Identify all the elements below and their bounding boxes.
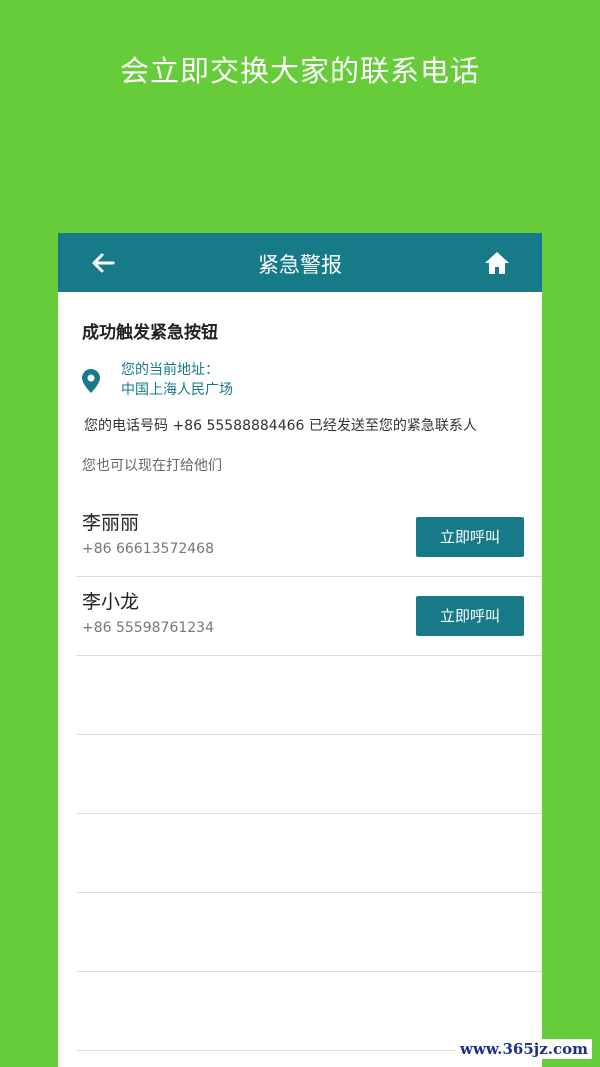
sent-message: 您的电话号码 +86 55588884466 已经发送至您的紧急联系人: [84, 418, 477, 434]
home-icon: [485, 252, 509, 274]
alert-content: 成功触发紧急按钮 您的当前地址： 中国上海人民广场 您的电话号码 +86 555…: [58, 318, 542, 475]
location-label: 您的当前地址：: [121, 362, 219, 378]
back-button[interactable]: [88, 248, 118, 278]
call-now-button[interactable]: 立即呼叫: [416, 596, 524, 636]
location-value: 中国上海人民广场: [121, 382, 233, 398]
app-bar: 紧急警报: [58, 233, 542, 292]
home-button[interactable]: [482, 248, 512, 278]
phone-screen: 紧急警报 成功触发紧急按钮 您的当前地址： 中国上海人民广场 您的电话号码 +8…: [58, 233, 542, 1067]
contact-name: 李小龙: [82, 591, 140, 613]
contact-list: 李丽丽 +86 66613572468 立即呼叫 李小龙 +86 5559876…: [76, 498, 542, 1051]
contact-name: 李丽丽: [82, 512, 140, 534]
empty-list-row: [76, 893, 542, 972]
contact-row: 李小龙 +86 55598761234 立即呼叫: [76, 577, 542, 656]
promo-caption: 会立即交换大家的联系电话: [119, 54, 480, 88]
arrow-left-icon: [92, 253, 115, 273]
call-hint: 您也可以现在打给他们: [82, 458, 222, 474]
empty-list-row: [76, 735, 542, 814]
contact-phone: +86 55598761234: [82, 620, 214, 636]
location-pin-icon: [82, 369, 100, 393]
success-heading: 成功触发紧急按钮: [82, 323, 218, 343]
call-now-button[interactable]: 立即呼叫: [416, 517, 524, 557]
empty-list-row: [76, 814, 542, 893]
location-row: 您的当前地址： 中国上海人民广场: [82, 360, 542, 400]
contact-phone: +86 66613572468: [82, 541, 214, 557]
empty-list-row: [76, 656, 542, 735]
contact-row: 李丽丽 +86 66613572468 立即呼叫: [76, 498, 542, 577]
location-text: 您的当前地址： 中国上海人民广场: [121, 360, 233, 400]
watermark: www.365jz.com: [456, 1039, 592, 1059]
page-title: 紧急警报: [258, 253, 342, 277]
